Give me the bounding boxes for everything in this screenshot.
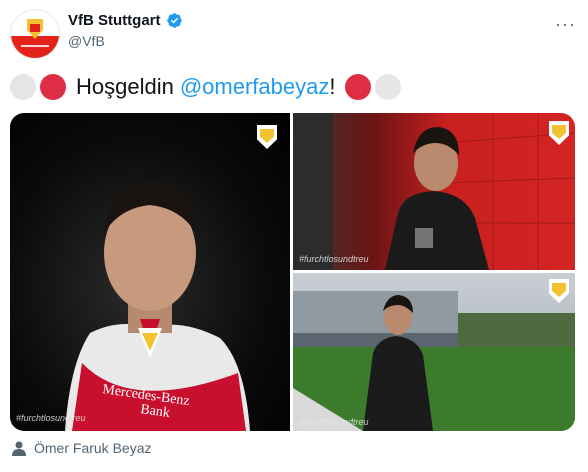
verified-badge-icon	[167, 13, 182, 28]
hashtag-watermark: #furchtlosundtreu	[299, 417, 369, 427]
tweet-greeting: Hoşgeldin	[76, 74, 174, 99]
person-icon	[12, 441, 26, 456]
user-handle[interactable]: @VfB	[68, 33, 105, 49]
more-options-icon[interactable]: ···	[555, 14, 576, 35]
display-name[interactable]: VfB Stuttgart	[68, 12, 161, 29]
red-wall-illustration	[293, 113, 575, 270]
tagged-person-name[interactable]: Ömer Faruk Beyaz	[34, 440, 151, 456]
hashtag-watermark: #furchtlosundtreu	[299, 254, 369, 264]
tweet-text: Hoşgeldin @omerfabeyaz !	[10, 70, 402, 104]
media-grid: Mercedes-Benz Bank #furchtlosundtreu #fu…	[10, 113, 575, 431]
tagged-people[interactable]: Ömer Faruk Beyaz	[12, 440, 151, 456]
white-circle-emoji-icon	[375, 74, 402, 100]
pitch-illustration	[293, 291, 575, 431]
profile-avatar[interactable]	[10, 9, 60, 59]
mention-link[interactable]: @omerfabeyaz	[180, 74, 330, 100]
portrait-illustration: Mercedes-Benz Bank	[65, 181, 250, 431]
media-photo-portrait[interactable]: Mercedes-Benz Bank #furchtlosundtreu	[10, 113, 290, 431]
avatar-caption-mark	[21, 45, 49, 47]
media-photo-red-wall[interactable]: #furchtlosundtreu	[293, 113, 575, 270]
media-photo-pitch[interactable]: #furchtlosundtreu	[293, 273, 575, 431]
hashtag-watermark: #furchtlosundtreu	[16, 413, 86, 423]
red-circle-emoji-icon	[345, 74, 372, 100]
tweet-punctuation: !	[329, 74, 336, 99]
white-circle-emoji-icon	[10, 74, 36, 100]
avatar-red-band	[11, 36, 59, 58]
red-circle-emoji-icon	[40, 74, 66, 100]
